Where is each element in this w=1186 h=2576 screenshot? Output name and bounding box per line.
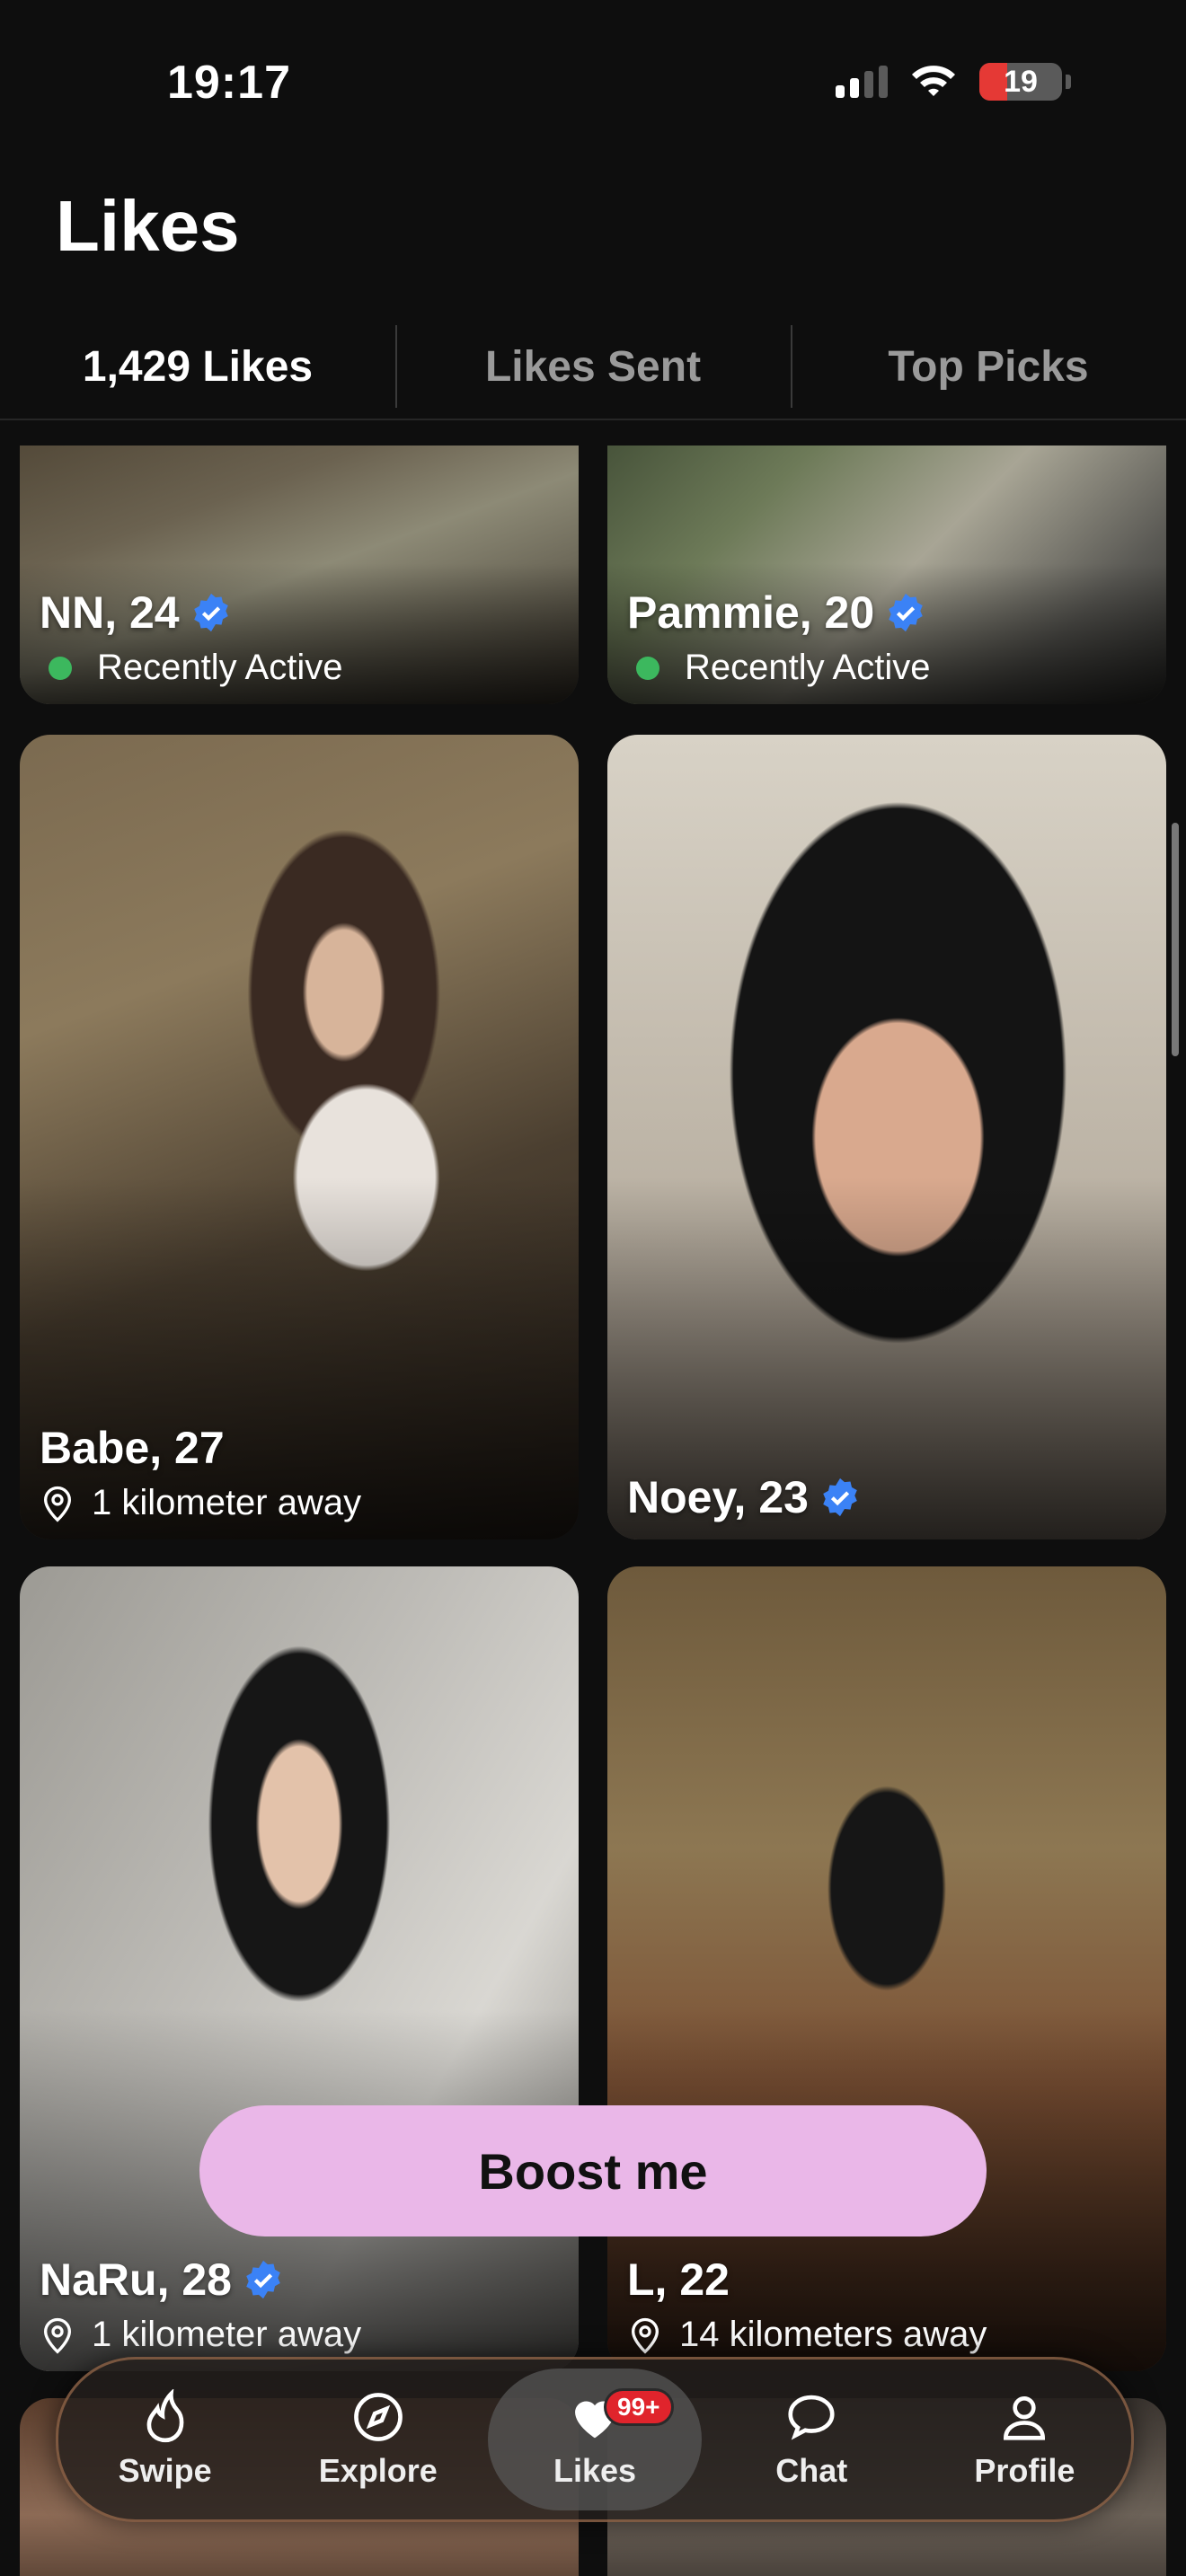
battery-level: 19: [1004, 64, 1038, 99]
profile-status: Recently Active: [685, 648, 931, 687]
page-title: Likes: [56, 186, 240, 266]
nav-chat[interactable]: Chat: [705, 2360, 918, 2519]
compass-icon: [353, 2393, 403, 2441]
profile-status: Recently Active: [97, 648, 343, 687]
chat-bubble-icon: [788, 2395, 835, 2440]
location-pin-icon: [631, 2317, 659, 2354]
status-icons: 19: [836, 63, 1071, 101]
profile-distance: 1 kilometer away: [92, 2315, 362, 2354]
profile-card[interactable]: Pammie, 20 Recently Active: [607, 446, 1166, 704]
active-status-dot: [49, 656, 72, 680]
tab-top-picks[interactable]: Top Picks: [791, 314, 1186, 419]
nav-profile[interactable]: Profile: [918, 2360, 1131, 2519]
flame-icon: [146, 2389, 184, 2443]
verified-badge-icon: [246, 2260, 280, 2299]
profile-card[interactable]: Babe, 27 1 kilometer away: [20, 735, 579, 1539]
profile-distance: 14 kilometers away: [679, 2315, 987, 2354]
likes-tabs: 1,429 Likes Likes Sent Top Picks: [0, 314, 1186, 420]
tab-likes-sent[interactable]: Likes Sent: [395, 314, 791, 419]
nav-explore-label: Explore: [318, 2452, 438, 2489]
profile-card[interactable]: NN, 24 Recently Active: [20, 446, 579, 704]
nav-likes-label: Likes: [553, 2452, 637, 2489]
bottom-nav: Swipe Explore 99+ Likes Chat Profile: [56, 2357, 1134, 2522]
nav-profile-label: Profile: [974, 2452, 1075, 2489]
person-icon: [1004, 2396, 1046, 2440]
profile-card[interactable]: L, 22 14 kilometers away: [607, 1566, 1166, 2371]
verified-badge-icon: [823, 1478, 857, 1517]
nav-chat-label: Chat: [775, 2452, 848, 2489]
profile-distance: 1 kilometer away: [92, 1483, 362, 1522]
verified-badge-icon: [889, 593, 923, 632]
profile-name: L, 22: [627, 2254, 730, 2305]
nav-swipe[interactable]: Swipe: [58, 2360, 271, 2519]
tab-likes[interactable]: 1,429 Likes: [0, 314, 395, 419]
profile-name: Babe, 27: [40, 1423, 225, 1473]
likes-grid: NN, 24 Recently Active Pammie, 20 Recent…: [0, 446, 1186, 2576]
boost-me-button[interactable]: Boost me: [199, 2105, 987, 2236]
nav-explore[interactable]: Explore: [271, 2360, 484, 2519]
verified-badge-icon: [193, 593, 228, 632]
profile-name: NN, 24: [40, 587, 180, 638]
battery-icon: 19: [979, 63, 1062, 101]
profile-name: NaRu, 28: [40, 2254, 232, 2305]
likes-count-badge: 99+: [604, 2388, 674, 2426]
location-pin-icon: [43, 2317, 72, 2354]
scrollbar[interactable]: [1172, 823, 1179, 1056]
wifi-icon: [912, 66, 955, 96]
profile-card[interactable]: NaRu, 28 1 kilometer away: [20, 1566, 579, 2371]
profile-name: Noey, 23: [627, 1472, 809, 1522]
profile-name: Pammie, 20: [627, 587, 875, 638]
status-time: 19:17: [167, 57, 291, 109]
active-status-dot: [636, 656, 659, 680]
nav-likes[interactable]: 99+ Likes: [488, 2369, 702, 2510]
profile-card[interactable]: Noey, 23: [607, 735, 1166, 1539]
nav-swipe-label: Swipe: [118, 2452, 212, 2489]
location-pin-icon: [43, 1486, 72, 1522]
cellular-signal-icon: [836, 66, 888, 98]
